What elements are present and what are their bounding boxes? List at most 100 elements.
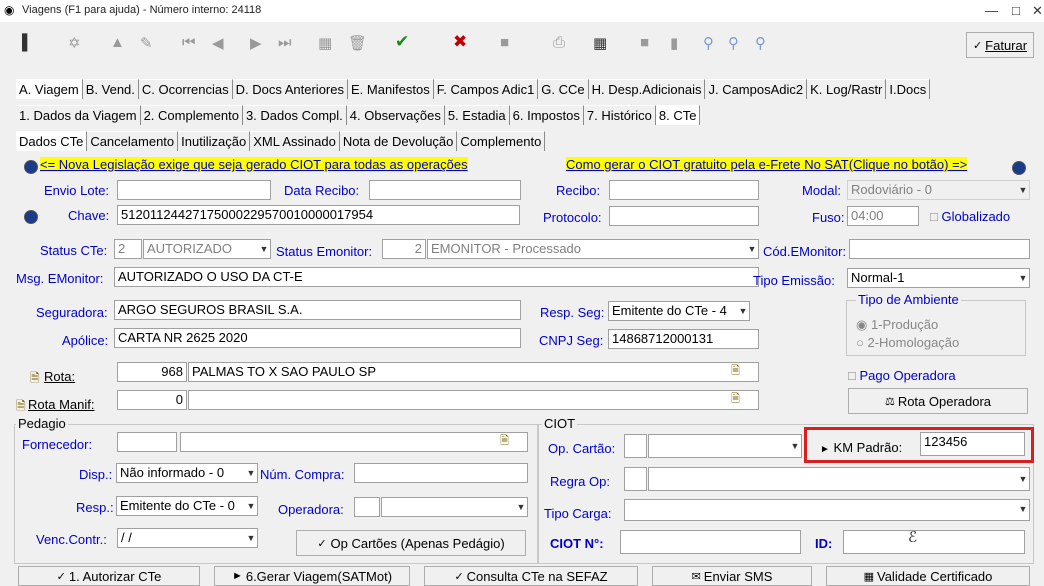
tab-desp-adicionais[interactable]: H. Desp.Adicionais <box>588 79 706 99</box>
rota-lookup-icon[interactable]: 🗎 <box>731 363 740 379</box>
tab-estadia[interactable]: 5. Estadia <box>444 105 510 125</box>
minimize-button[interactable]: — <box>985 3 998 18</box>
resp-select[interactable]: Emitente do CTe - 0 ▼ <box>116 496 258 516</box>
fornecedor-lookup-icon[interactable]: 🗎 <box>500 433 509 449</box>
num-compra-field[interactable] <box>354 463 528 483</box>
tab-observacoes[interactable]: 4. Observações <box>346 105 445 125</box>
ciot-gratuito-link[interactable]: Como gerar o CIOT gratuito pela e-Frete … <box>566 157 968 172</box>
venc-contr-field[interactable]: / / ▼ <box>117 528 258 548</box>
disp-select[interactable]: Não informado - 0 ▼ <box>116 463 258 483</box>
search-next-icon[interactable]: ⚲ <box>728 34 739 52</box>
operadora-code-field[interactable] <box>354 497 380 517</box>
prev-icon[interactable]: ◀ <box>212 34 224 52</box>
rota-manif-lookup-icon[interactable]: 🗎 <box>731 391 740 407</box>
edit-icon[interactable]: ✎ <box>140 34 153 52</box>
tab-campos-adic1[interactable]: F. Campos Adic1 <box>433 79 539 99</box>
status-cte-select[interactable]: AUTORIZADO ▼ <box>143 239 271 259</box>
ciot-gerar-button[interactable] <box>1012 161 1026 175</box>
tab-complemento-cte[interactable]: Complemento <box>457 131 546 151</box>
km-padrao-field[interactable]: 123456 <box>920 432 1025 456</box>
cnpj-seg-field[interactable]: 14868712000131 <box>608 329 759 349</box>
tab-historico[interactable]: 7. Histórico <box>583 105 656 125</box>
tab-cce[interactable]: G. CCe <box>538 79 589 99</box>
open-icon[interactable]: ▲ <box>110 34 125 51</box>
recibo-field[interactable] <box>609 180 759 200</box>
ciot-legislacao-link[interactable]: <= Nova Legislação exige que seja gerado… <box>40 157 468 172</box>
tab-impostos[interactable]: 6. Impostos <box>509 105 584 125</box>
msg-emonitor-field[interactable]: AUTORIZADO O USO DA CT-E <box>114 267 759 287</box>
tab-inutilizacao[interactable]: Inutilização <box>178 131 251 151</box>
status-emonitor-select[interactable]: EMONITOR - Processado ▼ <box>427 239 759 259</box>
last-icon[interactable]: ⏭ <box>278 34 292 51</box>
pago-operadora-checkbox[interactable]: □ Pago Operadora <box>848 368 956 383</box>
op-cartoes-button[interactable]: ✓ Op Cartões (Apenas Pedágio) <box>296 530 526 556</box>
maximize-button[interactable]: □ <box>1012 3 1020 18</box>
tipo-emissao-select[interactable]: Normal-1 ▼ <box>847 268 1030 288</box>
protocolo-field[interactable] <box>609 206 759 226</box>
status-emonitor-code-field[interactable]: 2 <box>382 239 426 259</box>
report-icon[interactable]: ▮ <box>670 34 678 52</box>
tab-ocorrencias[interactable]: C. Ocorrencias <box>138 79 233 99</box>
next-icon[interactable]: ▶ <box>250 34 262 52</box>
rota-manif-label[interactable]: Rota Manif: <box>28 397 94 412</box>
rota-field[interactable]: PALMAS TO X SAO PAULO SP 🗎 <box>188 362 759 382</box>
tab-viagem[interactable]: A. Viagem <box>16 79 83 99</box>
save-icon[interactable]: ■ <box>500 34 509 51</box>
consulta-cte-button[interactable]: ✓ Consulta CTe na SEFAZ <box>424 566 638 586</box>
ambiente-producao-radio[interactable]: ◉ 1-Produção <box>856 317 938 333</box>
tab-complemento[interactable]: 2. Complemento <box>140 105 243 125</box>
tab-dados-viagem[interactable]: 1. Dados da Viagem <box>16 105 141 125</box>
enviar-sms-button[interactable]: ✉ Enviar SMS <box>652 566 812 586</box>
tab-manifestos[interactable]: E. Manifestos <box>347 79 434 99</box>
tab-vend[interactable]: B. Vend. <box>82 79 139 99</box>
ciot-n-field[interactable] <box>620 530 801 554</box>
tab-dados-compl[interactable]: 3. Dados Compl. <box>242 105 347 125</box>
rota-label[interactable]: Rota: <box>44 369 75 384</box>
search-prev-icon[interactable]: ⚲ <box>755 34 766 52</box>
validade-certificado-button[interactable]: ▦ Validade Certificado <box>826 566 1030 586</box>
tab-campos-adic2[interactable]: J. CamposAdic2 <box>705 79 808 99</box>
rota-doc-icon[interactable]: 🗎 <box>30 369 40 390</box>
search-icon[interactable]: ⚲ <box>703 34 714 52</box>
chave-info-button[interactable] <box>24 210 38 224</box>
ambiente-homologacao-radio[interactable]: ○ 2-Homologação <box>856 335 959 350</box>
rota-manif-code-field[interactable]: 0 <box>117 390 187 410</box>
tab-nota-devolucao[interactable]: Nota de Devolução <box>339 131 458 151</box>
exit-icon[interactable]: ▌ <box>22 34 33 51</box>
confirm-icon[interactable]: ✔ <box>395 32 409 52</box>
rota-manif-doc-icon[interactable]: 🗎 <box>16 397 26 418</box>
op-cartao-select[interactable]: ▼ <box>648 434 802 458</box>
id-field[interactable] <box>843 530 1025 554</box>
tab-dados-cte[interactable]: Dados CTe <box>16 131 88 151</box>
tab-idocs[interactable]: I.Docs <box>886 79 931 99</box>
rota-manif-field[interactable]: 🗎 <box>188 390 759 410</box>
rota-code-field[interactable]: 968 <box>117 362 187 382</box>
resp-seg-select[interactable]: Emitente do CTe - 4 ▼ <box>608 301 750 321</box>
ciot-info-button[interactable] <box>24 160 38 174</box>
tab-log-rastr[interactable]: K. Log/Rastr <box>807 79 887 99</box>
data-recibo-field[interactable] <box>369 180 521 200</box>
tab-xml-assinado[interactable]: XML Assinado <box>250 131 340 151</box>
grid-icon[interactable]: ▦ <box>318 34 332 52</box>
rota-operadora-button[interactable]: ⚖ Rota Operadora <box>848 388 1028 414</box>
first-icon[interactable]: ⏮ <box>182 34 196 51</box>
seguradora-field[interactable]: ARGO SEGUROS BRASIL S.A. <box>114 300 521 320</box>
gerar-viagem-button[interactable]: ► 6.Gerar Viagem(SATMot) <box>214 566 410 586</box>
operadora-select[interactable]: ▼ <box>381 497 528 517</box>
modal-select[interactable]: Rodoviário - 0 ▼ <box>847 180 1030 200</box>
new-icon[interactable]: ✡ <box>68 34 81 52</box>
fuso-field[interactable]: 04:00 <box>847 206 919 226</box>
print-icon[interactable]: ⎙ <box>553 34 565 51</box>
calculator-icon[interactable]: ▦ <box>593 34 607 52</box>
apolice-field[interactable]: CARTA NR 2625 2020 <box>114 328 521 348</box>
op-cartao-code-field[interactable] <box>624 434 647 458</box>
fornecedor-field[interactable]: 🗎 <box>180 432 528 452</box>
fornecedor-code-field[interactable] <box>117 432 177 452</box>
globalizado-checkbox[interactable]: □ Globalizado <box>930 209 1010 224</box>
autorizar-cte-button[interactable]: ✓ 1. Autorizar CTe <box>18 566 200 586</box>
tab-docs-anteriores[interactable]: D. Docs Anteriores <box>232 79 348 99</box>
cod-emonitor-field[interactable] <box>849 239 1030 259</box>
status-cte-code-field[interactable]: 2 <box>114 239 142 259</box>
cancel-icon[interactable]: ✖ <box>453 32 467 52</box>
regra-op-code-field[interactable] <box>624 467 647 491</box>
